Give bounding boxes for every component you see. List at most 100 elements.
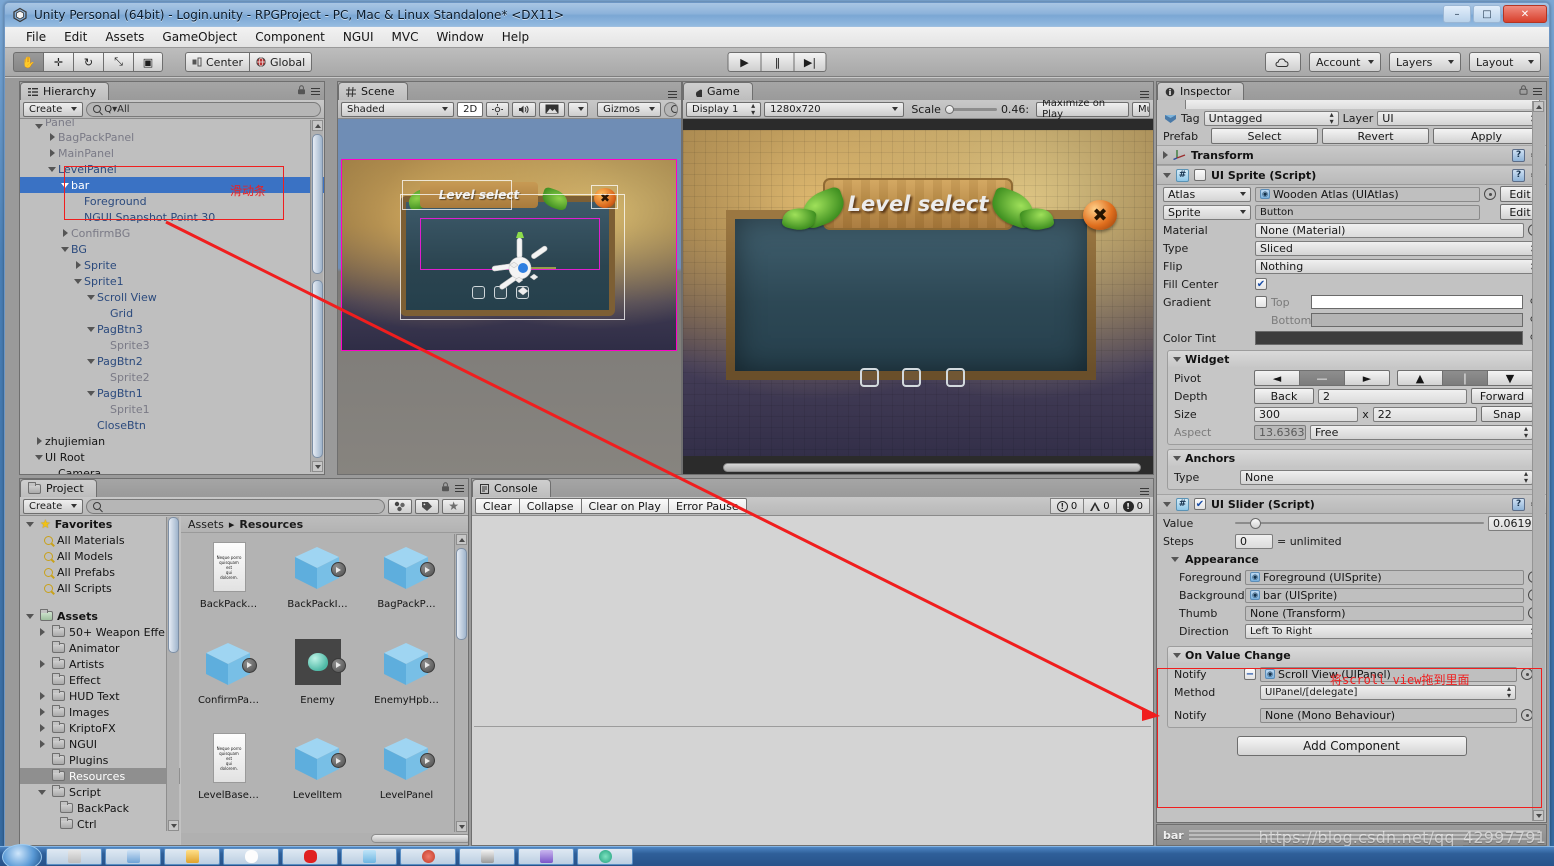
console-log-list[interactable] (472, 516, 1153, 845)
scene-gizmos-dropdown[interactable]: Gizmos (597, 101, 661, 117)
panel-menu-icon[interactable] (1140, 487, 1149, 495)
menu-window[interactable]: Window (427, 28, 492, 46)
chevron-right-icon[interactable] (36, 740, 48, 748)
chevron-down-icon[interactable] (1163, 501, 1171, 507)
taskbar-item[interactable] (518, 848, 574, 865)
hierarchy-item-panel[interactable]: Panel (20, 119, 324, 129)
project-folder-animator[interactable]: Animator (20, 640, 180, 656)
slider-value-track[interactable] (1235, 516, 1484, 530)
chevron-down-icon[interactable] (36, 789, 48, 795)
onvaluechange-section-header[interactable]: On Value Change (1167, 646, 1540, 663)
chevron-down-icon[interactable] (85, 358, 97, 364)
uisprite-enabled-checkbox[interactable] (1194, 169, 1206, 181)
game-mute-toggle[interactable]: Mu (1131, 101, 1150, 117)
panel-menu-icon[interactable] (1140, 90, 1149, 98)
scroll-up-icon[interactable] (1535, 104, 1542, 109)
move-tool-icon[interactable]: ✛ (43, 52, 73, 72)
chevron-right-icon[interactable] (72, 261, 84, 269)
chevron-right-icon[interactable] (1163, 151, 1168, 159)
slider-knob[interactable] (1250, 517, 1262, 529)
project-favorite-button[interactable]: ★ (442, 498, 465, 514)
sprite-name-field[interactable]: Button (1255, 204, 1480, 220)
chevron-down-icon[interactable] (24, 613, 36, 619)
scene-effects-toggle[interactable] (539, 101, 566, 117)
lock-icon[interactable] (297, 85, 306, 98)
scroll-down-icon[interactable] (314, 464, 321, 469)
hierarchy-item-sprite2[interactable]: Sprite2 (20, 369, 324, 385)
slider-background-field[interactable]: ◉ bar (UISprite) (1245, 587, 1524, 603)
chevron-right-icon[interactable] (36, 628, 48, 636)
prefab-apply-button[interactable]: Apply (1433, 128, 1540, 144)
tab-hierarchy[interactable]: Hierarchy (20, 82, 110, 100)
hierarchy-item-bagpackpanel[interactable]: BagPackPanel (20, 129, 324, 145)
rotate-tool-icon[interactable]: ↻ (73, 52, 103, 72)
asset-item[interactable]: EnemyHpb… (363, 636, 450, 730)
taskbar-item[interactable] (341, 848, 397, 865)
pivot-hcenter-button[interactable]: — (1299, 370, 1344, 386)
hierarchy-item-camera[interactable]: Camera (20, 465, 324, 475)
panel-menu-icon[interactable] (1533, 87, 1542, 96)
chevron-down-icon[interactable] (72, 278, 84, 284)
chevron-right-icon[interactable] (36, 660, 48, 668)
hierarchy-item-sprite[interactable]: Sprite (20, 257, 324, 273)
anchors-type-dropdown[interactable]: None ▴ ▾ (1240, 469, 1533, 485)
asset-grid-scrollbar[interactable] (454, 534, 467, 832)
hierarchy-item-pagbtn2[interactable]: PagBtn2 (20, 353, 324, 369)
asset-item[interactable]: LevelItem (274, 731, 361, 825)
menu-mvc[interactable]: MVC (383, 28, 428, 46)
pivot-rotation-button[interactable]: Global (249, 52, 313, 72)
favorite-all-prefabs[interactable]: All Prefabs (20, 564, 180, 580)
scroll-up-icon[interactable] (314, 123, 321, 128)
hierarchy-item-sprite1[interactable]: Sprite1 (20, 273, 324, 289)
hierarchy-item-bg[interactable]: BG (20, 241, 324, 257)
slider-steps-field[interactable]: 0 (1235, 533, 1273, 549)
project-search-input[interactable] (86, 498, 386, 514)
asset-item[interactable]: Enemy (274, 636, 361, 730)
panel-menu-icon[interactable] (311, 87, 320, 96)
hierarchy-item-mainpanel[interactable]: MainPanel (20, 145, 324, 161)
tab-project[interactable]: Project (20, 479, 97, 497)
project-assets-group[interactable]: Assets (20, 608, 180, 624)
chevron-down-icon[interactable] (1163, 172, 1171, 178)
prefab-revert-button[interactable]: Revert (1322, 128, 1429, 144)
chevron-down-icon[interactable] (46, 166, 58, 172)
chevron-right-icon[interactable] (36, 708, 48, 716)
pivot-left-button[interactable]: ◄ (1254, 370, 1299, 386)
hierarchy-item-ngui-snapshot-point-30[interactable]: NGUI Snapshot Point 30 (20, 209, 324, 225)
asset-item[interactable]: Neque porro quisquam est qui dolorem. BackP… (185, 540, 272, 634)
project-folder-hud-text[interactable]: HUD Text (20, 688, 180, 704)
scene-2d-toggle[interactable]: 2D (457, 101, 484, 117)
tab-game[interactable]: Game (683, 82, 753, 100)
project-folder-effect[interactable]: Effect (20, 672, 180, 688)
hierarchy-item-zhujiemian[interactable]: zhujiemian (20, 433, 324, 449)
inspector-scrollbar[interactable] (1532, 101, 1545, 821)
pivot-right-button[interactable]: ► (1344, 370, 1390, 386)
rect-tool-icon[interactable]: ▣ (133, 52, 163, 72)
favorite-all-materials[interactable]: All Materials (20, 532, 180, 548)
move-gizmo-icon[interactable] (484, 232, 556, 304)
scene-effects-dropdown[interactable] (568, 101, 589, 117)
maximize-button[interactable]: □ (1473, 5, 1501, 23)
asset-item[interactable]: LevelPanel (363, 731, 450, 825)
hierarchy-create-button[interactable]: Create (23, 101, 84, 117)
anchors-section-header[interactable]: Anchors (1167, 449, 1540, 466)
step-button[interactable]: ▶| (793, 52, 827, 72)
scrollbar-thumb[interactable] (168, 517, 179, 653)
chevron-right-icon[interactable] (33, 437, 45, 445)
project-folder-ctrl[interactable]: Ctrl (20, 816, 180, 832)
tag-dropdown[interactable]: Untagged ▴ ▾ (1203, 110, 1339, 126)
layout-dropdown[interactable]: Layout (1469, 52, 1541, 72)
widget-section-header[interactable]: Widget (1167, 350, 1540, 367)
type-dropdown[interactable]: Sliced ▴▾ (1255, 240, 1540, 256)
chevron-down-icon[interactable] (59, 182, 71, 188)
panel-menu-icon[interactable] (668, 90, 677, 98)
menu-help[interactable]: Help (493, 28, 538, 46)
project-folder-resources[interactable]: Resources (20, 768, 180, 784)
pivot-vcenter-button[interactable]: ❘ (1442, 370, 1487, 386)
depth-value-field[interactable]: 2 (1318, 388, 1467, 404)
chevron-down-icon[interactable] (33, 124, 45, 129)
chevron-down-icon[interactable] (1173, 356, 1181, 362)
console-error-count[interactable]: ! 0 (1115, 498, 1150, 514)
project-folder-artists[interactable]: Artists (20, 656, 180, 672)
cloud-icon[interactable] (1265, 52, 1301, 72)
